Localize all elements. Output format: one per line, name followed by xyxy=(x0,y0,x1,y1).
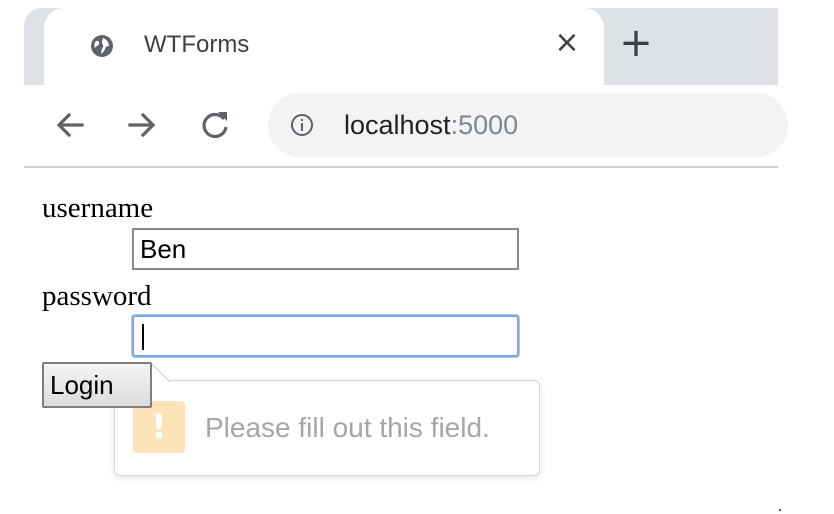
info-icon[interactable] xyxy=(290,113,314,137)
validation-message: Please fill out this field. xyxy=(205,412,490,443)
url-text: localhost:5000 xyxy=(344,109,518,141)
url-port: :5000 xyxy=(450,110,519,140)
new-tab-button[interactable]: + xyxy=(618,23,654,64)
chrome-divider xyxy=(24,166,778,168)
text-caret xyxy=(142,324,144,350)
stray-dot xyxy=(779,509,781,511)
username-label: username xyxy=(42,192,154,224)
address-bar[interactable]: localhost:5000 xyxy=(268,93,788,157)
tab-title: WTForms xyxy=(144,31,250,58)
reload-icon[interactable] xyxy=(197,107,233,143)
login-button[interactable]: Login xyxy=(42,362,152,408)
back-arrow-icon[interactable] xyxy=(52,107,88,143)
url-host: localhost xyxy=(344,110,451,140)
password-label: password xyxy=(42,280,152,312)
screen: WTForms × + localhost:5000 username Ben … xyxy=(0,0,834,514)
tab-strip: WTForms × + xyxy=(24,8,778,85)
validation-tooltip: ! Please fill out this field. xyxy=(114,380,540,476)
forward-arrow-icon[interactable] xyxy=(124,107,160,143)
warning-icon: ! xyxy=(133,401,185,453)
password-input[interactable] xyxy=(132,315,519,357)
globe-icon xyxy=(91,35,113,57)
tab-wtforms[interactable]: WTForms × xyxy=(44,8,604,85)
toolbar: localhost:5000 xyxy=(24,85,788,167)
close-icon[interactable]: × xyxy=(552,26,582,60)
page-content: username password ! Please fill out this… xyxy=(40,190,780,510)
username-input[interactable] xyxy=(132,228,519,270)
browser-chrome: WTForms × + localhost:5000 xyxy=(24,0,788,168)
